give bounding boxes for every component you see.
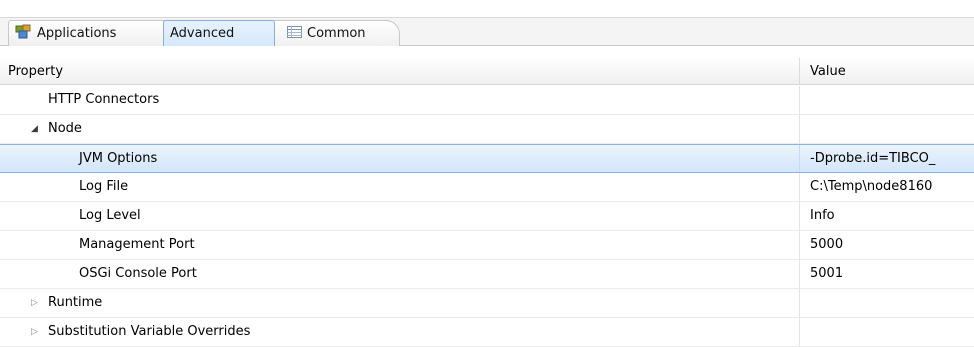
property-label: HTTP Connectors [48,92,160,107]
tab-applications-label: Applications [37,26,117,41]
top-spacer [0,0,974,17]
tab-advanced-label: Advanced [170,26,235,41]
table-row-osgi-console-port[interactable]: OSGi Console Port 5001 [0,260,974,289]
collapse-arrow-icon[interactable]: ▷ [31,318,38,346]
value-column-header[interactable]: Value [800,58,974,84]
property-label: JVM Options [79,151,158,166]
table-row-jvm-options[interactable]: JVM Options -Dprobe.id=TIBCO_ [0,144,974,173]
table-row-http-connectors[interactable]: HTTP Connectors [0,86,974,115]
property-cell: JVM Options [0,145,800,172]
value-cell[interactable]: Info [800,202,974,230]
table-row-runtime[interactable]: ▷ Runtime [0,289,974,318]
property-label: Runtime [48,295,103,310]
property-label: Log Level [79,208,141,223]
property-cell: ▷ Runtime [0,289,800,317]
table-row-node[interactable]: ◢ Node [0,115,974,144]
tab-common-label: Common [307,26,366,41]
property-label: Management Port [79,237,195,252]
properties-table-body: HTTP Connectors ◢ Node JVM Options -Dpro… [0,86,974,347]
property-cell: Log Level [0,202,800,230]
property-column-header[interactable]: Property [0,58,800,84]
property-cell: ◢ Node [0,115,800,143]
expand-arrow-icon[interactable]: ◢ [31,115,38,143]
collapse-arrow-icon[interactable]: ▷ [31,289,38,317]
value-cell[interactable]: C:\Temp\node8160 [800,173,974,201]
value-cell[interactable]: -Dprobe.id=TIBCO_ [800,145,974,172]
value-cell[interactable] [800,115,974,143]
tab-applications[interactable]: Applications [8,20,178,46]
value-cell[interactable]: 5000 [800,231,974,259]
value-cell[interactable] [800,86,974,114]
table-row-log-file[interactable]: Log File C:\Temp\node8160 [0,173,974,202]
property-cell: Log File [0,173,800,201]
tab-common[interactable]: Common [270,20,400,46]
table-row-management-port[interactable]: Management Port 5000 [0,231,974,260]
property-label: Log File [79,179,129,194]
table-row-substitution-variable-overrides[interactable]: ▷ Substitution Variable Overrides [0,318,974,347]
property-label: Substitution Variable Overrides [48,324,251,339]
property-label: OSGi Console Port [79,266,197,281]
table-icon [287,25,302,42]
properties-table-header: Property Value [0,58,974,85]
tab-bar: Applications Advanced Common [0,17,974,46]
value-cell[interactable] [800,318,974,346]
applications-icon [15,24,32,43]
table-row-log-level[interactable]: Log Level Info [0,202,974,231]
value-cell[interactable] [800,289,974,317]
tab-advanced[interactable]: Advanced [163,20,275,46]
property-cell: ▷ Substitution Variable Overrides [0,318,800,346]
property-cell: Management Port [0,231,800,259]
property-cell: HTTP Connectors [0,86,800,114]
value-cell[interactable]: 5001 [800,260,974,288]
property-label: Node [48,121,82,136]
property-cell: OSGi Console Port [0,260,800,288]
